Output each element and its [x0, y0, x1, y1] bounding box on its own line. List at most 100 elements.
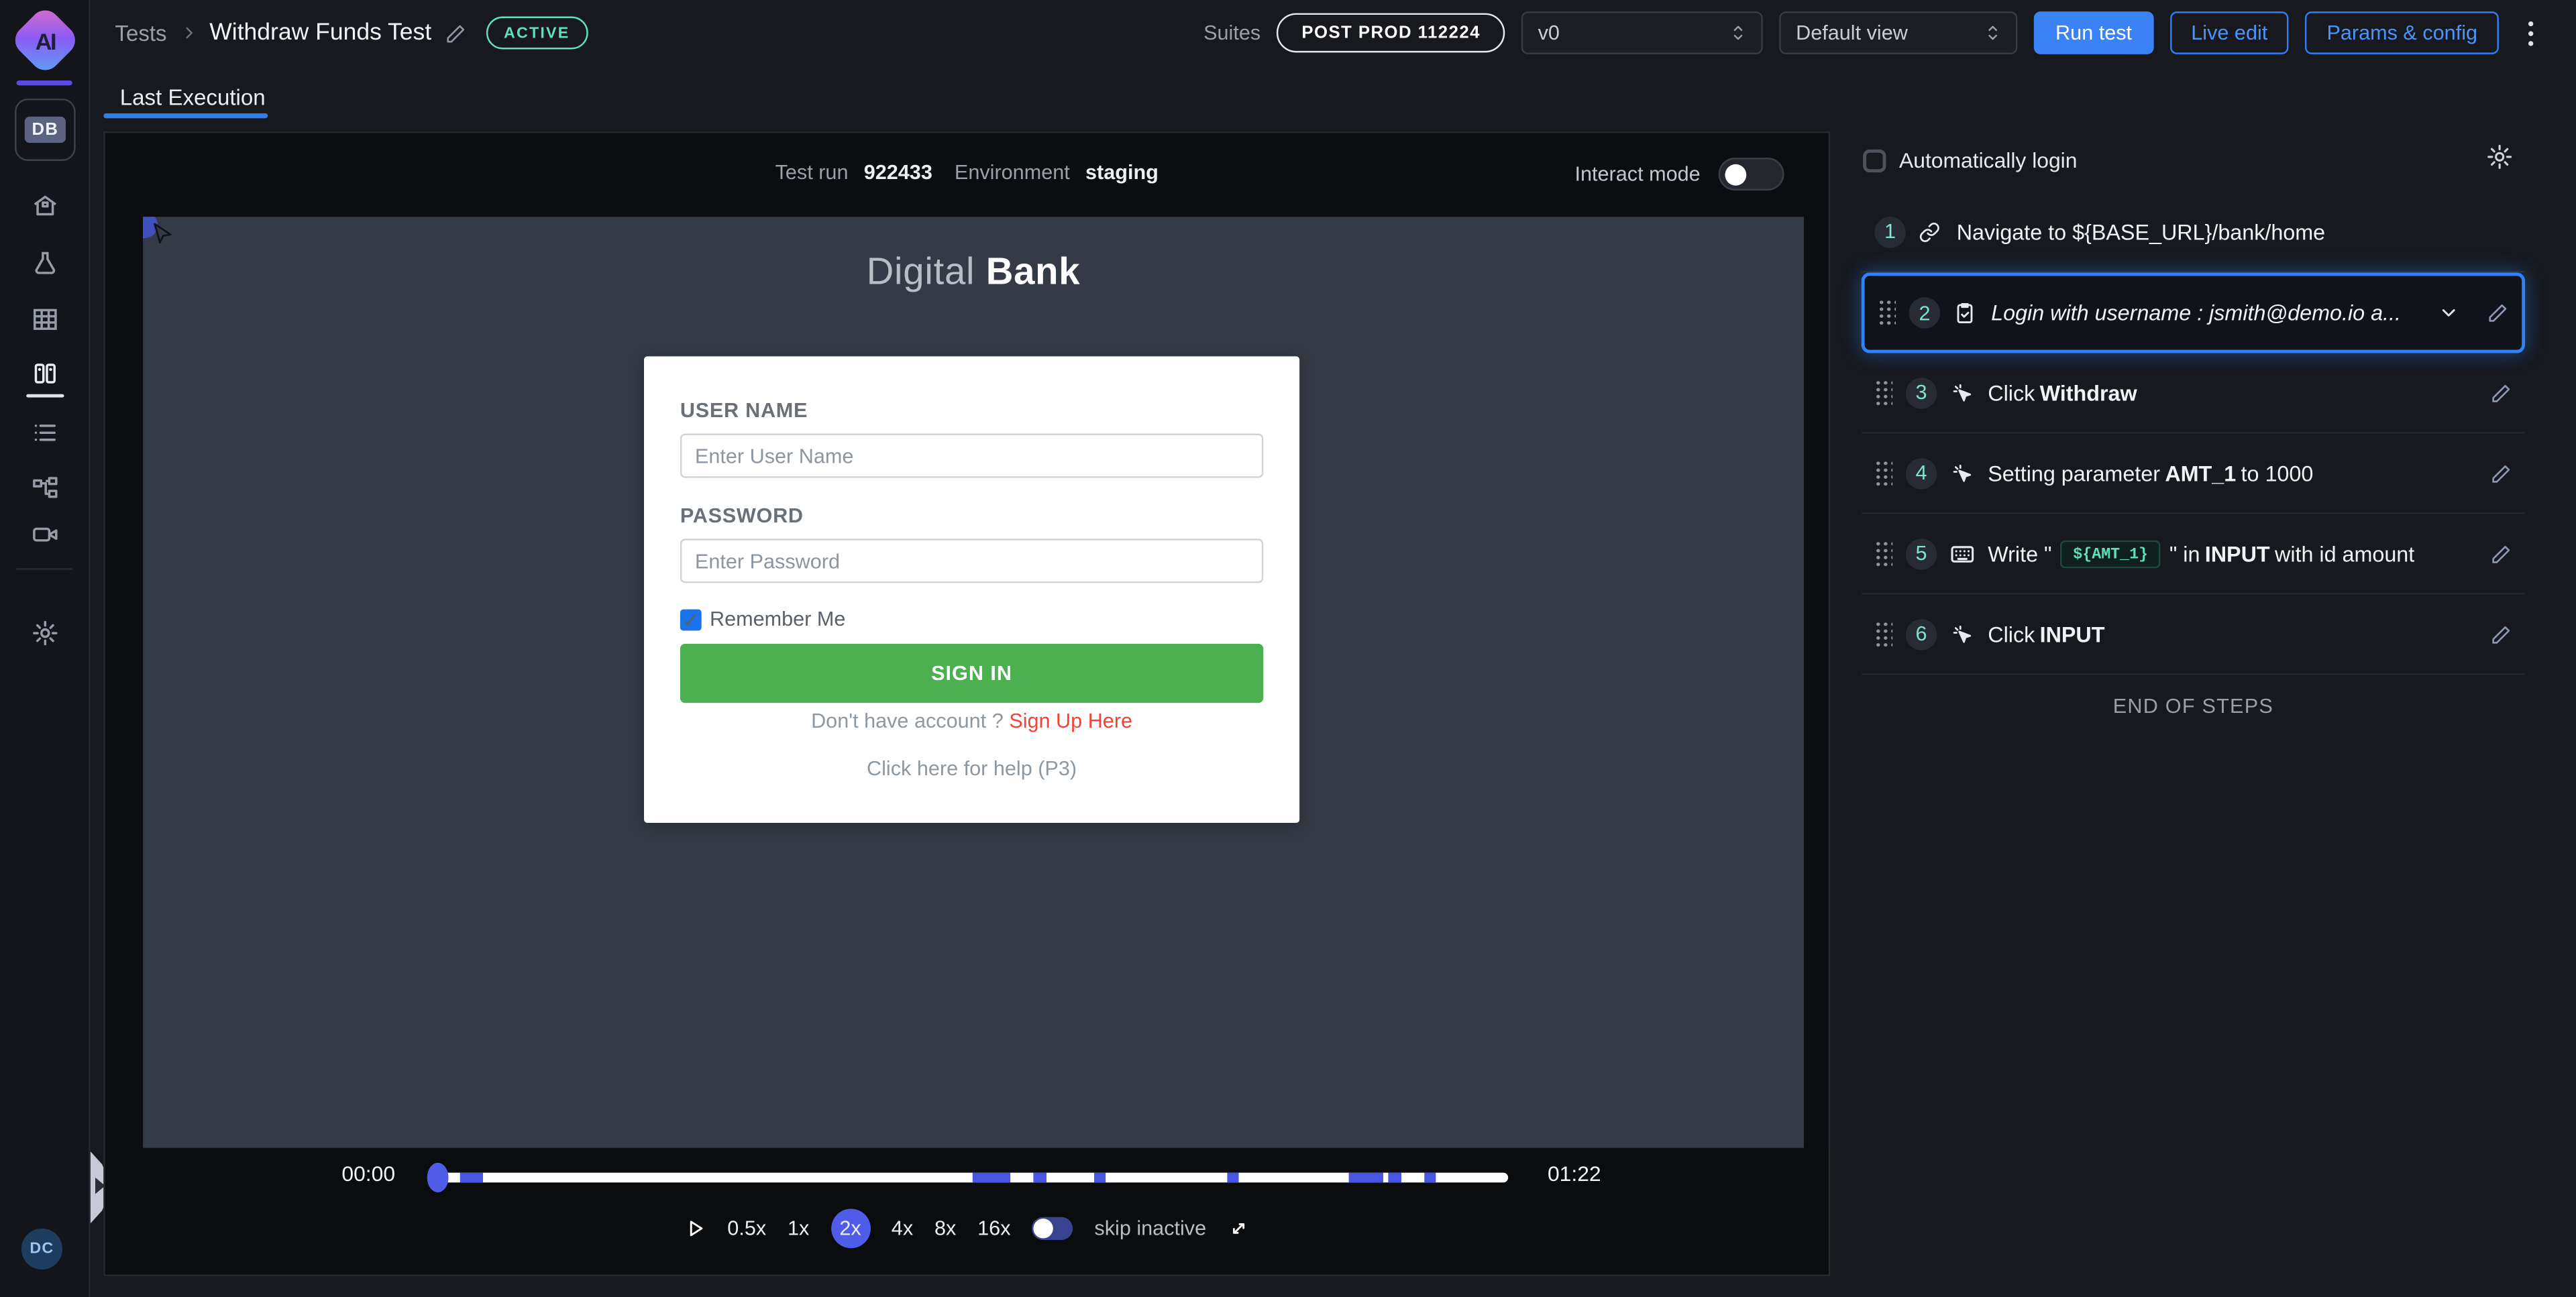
speed-option-1x[interactable]: 1x [788, 1217, 809, 1240]
login-card: USER NAME PASSWORD ✓ Remember Me SIGN IN… [644, 356, 1299, 823]
cursor-click-icon [1950, 461, 1975, 486]
step-row-3[interactable]: 3Click Withdraw [1862, 353, 2525, 434]
edit-step-pencil-icon[interactable] [2491, 543, 2512, 564]
edit-title-pencil-icon[interactable] [445, 22, 466, 44]
app-logo-text: AI [36, 27, 55, 53]
speed-option-16x[interactable]: 16x [977, 1217, 1010, 1240]
speed-option-0.5x[interactable]: 0.5x [727, 1217, 766, 1240]
more-options-kebab-icon[interactable] [2518, 14, 2543, 52]
help-link[interactable]: Click here for help (P3) [644, 757, 1299, 780]
drag-handle-icon[interactable] [1874, 539, 1892, 567]
drag-handle-icon[interactable] [1874, 378, 1892, 406]
interact-mode: Interact mode [1575, 158, 1784, 190]
active-nav-indicator [26, 394, 64, 398]
sidebar-divider-2 [16, 568, 72, 569]
sidebar-divider [16, 80, 72, 84]
select-chevrons-icon [1985, 23, 2001, 42]
step-description: Setting parameter AMT_1 to 1000 [1988, 461, 2477, 486]
tree-icon[interactable] [32, 475, 60, 503]
cursor-click-icon [1950, 622, 1975, 646]
auto-login-label: Automatically login [1899, 148, 2077, 172]
columns-icon[interactable] [32, 361, 60, 390]
timeline-marker[interactable] [1095, 1173, 1107, 1182]
sign-in-button[interactable]: SIGN IN [680, 644, 1263, 703]
steps-list: 1Navigate to ${BASE_URL}/bank/home 2 Login… [1862, 192, 2525, 718]
skip-inactive-toggle[interactable] [1032, 1217, 1073, 1240]
interact-mode-toggle[interactable] [1719, 158, 1784, 190]
video-camera-icon[interactable] [32, 520, 60, 549]
sign-up-link[interactable]: Sign Up Here [1009, 710, 1132, 732]
play-icon[interactable] [683, 1217, 706, 1240]
grid-icon[interactable] [32, 306, 60, 334]
recorded-cursor-icon [148, 222, 174, 248]
remember-me-checkbox[interactable]: ✓ [680, 608, 702, 630]
drag-handle-icon[interactable] [1874, 620, 1892, 648]
username-label: USER NAME [680, 399, 808, 422]
step-row-1[interactable]: 1Navigate to ${BASE_URL}/bank/home [1862, 192, 2525, 273]
timeline-marker[interactable] [1227, 1173, 1240, 1182]
step-description: Login with username : jsmith@demo.io a..… [1991, 300, 2425, 325]
step-row-4[interactable]: 4 Setting parameter AMT_1 to 1000 [1862, 434, 2525, 514]
timeline-marker[interactable] [1033, 1173, 1046, 1182]
step-number-badge: 2 [1909, 297, 1941, 329]
app-logo[interactable]: AI [9, 4, 81, 76]
timeline-marker[interactable] [1348, 1173, 1384, 1182]
timeline-marker[interactable] [460, 1173, 483, 1182]
edit-step-pencil-icon[interactable] [2487, 302, 2509, 324]
no-account-text: Don't have account ? [811, 710, 1004, 732]
timeline-marker[interactable] [1424, 1173, 1436, 1182]
brand-light: Digital [867, 249, 975, 292]
gear-icon[interactable] [32, 619, 60, 647]
step-number-badge: 5 [1906, 538, 1937, 569]
step-row-6[interactable]: 6Click INPUT [1862, 595, 2525, 675]
drag-handle-icon[interactable] [1878, 299, 1896, 327]
playback-controls: 0.5x1x2x4x8x16x skip inactive [105, 1207, 1829, 1250]
breadcrumb-tests[interactable]: Tests [115, 21, 166, 46]
test-recording-video[interactable]: Digital Bank USER NAME PASSWORD ✓ Rememb… [143, 217, 1804, 1148]
execution-stage: Test run 922433 Environment staging Inte… [103, 131, 1830, 1276]
chevron-down-icon[interactable] [2438, 302, 2461, 324]
sidebar: AI DB DC [0, 0, 91, 1297]
drag-handle-icon[interactable] [1874, 459, 1892, 487]
no-account-line: Don't have account ? Sign Up Here [644, 710, 1299, 732]
list-icon[interactable] [32, 418, 60, 447]
timeline-marker[interactable] [1388, 1173, 1401, 1182]
run-test-button[interactable]: Run test [2034, 11, 2153, 54]
timeline-track[interactable] [434, 1173, 1509, 1182]
flask-icon[interactable] [32, 249, 60, 278]
username-input[interactable] [680, 434, 1263, 478]
page-title: Withdraw Funds Test [209, 19, 431, 46]
remember-me: ✓ Remember Me [680, 608, 846, 630]
params-config-button[interactable]: Params & config [2306, 11, 2499, 54]
env-label: Environment [955, 161, 1070, 184]
suite-pill[interactable]: POST PROD 112224 [1277, 13, 1505, 53]
step-row-2[interactable]: 2 Login with username : jsmith@demo.io a.… [1862, 273, 2525, 353]
edit-step-pencil-icon[interactable] [2491, 462, 2512, 484]
interact-mode-label: Interact mode [1575, 162, 1701, 185]
speed-option-2x[interactable]: 2x [830, 1208, 870, 1248]
timeline-thumb[interactable] [427, 1163, 449, 1192]
auto-login-checkbox[interactable] [1863, 149, 1886, 172]
step-number-badge: 6 [1906, 618, 1937, 650]
live-edit-button[interactable]: Live edit [2169, 11, 2289, 54]
steps-settings-gear-icon[interactable] [2485, 143, 2514, 171]
tab-last-execution[interactable]: Last Execution [120, 85, 266, 110]
app-window: AI DB DC Tests Withdraw Funds Test ACTIV… [0, 0, 2576, 1297]
speed-option-8x[interactable]: 8x [934, 1217, 956, 1240]
version-select[interactable]: v0 [1521, 11, 1763, 54]
password-input[interactable] [680, 539, 1263, 583]
user-avatar[interactable]: DC [21, 1229, 62, 1270]
end-of-steps-label: END OF STEPS [1862, 695, 2525, 718]
timeline-marker[interactable] [973, 1173, 1010, 1182]
workspace-switcher[interactable]: DB [15, 99, 76, 161]
step-number-badge: 1 [1874, 216, 1906, 247]
edit-step-pencil-icon[interactable] [2491, 382, 2512, 403]
view-select[interactable]: Default view [1780, 11, 2018, 54]
fullscreen-icon[interactable] [1228, 1217, 1250, 1240]
edit-step-pencil-icon[interactable] [2491, 623, 2512, 644]
step-number-badge: 4 [1906, 457, 1937, 489]
speed-option-4x[interactable]: 4x [892, 1217, 913, 1240]
step-row-5[interactable]: 5Write " ${AMT_1} " in INPUT with id amo… [1862, 514, 2525, 595]
home-icon[interactable] [32, 192, 60, 221]
select-chevrons-icon [1730, 23, 1746, 42]
